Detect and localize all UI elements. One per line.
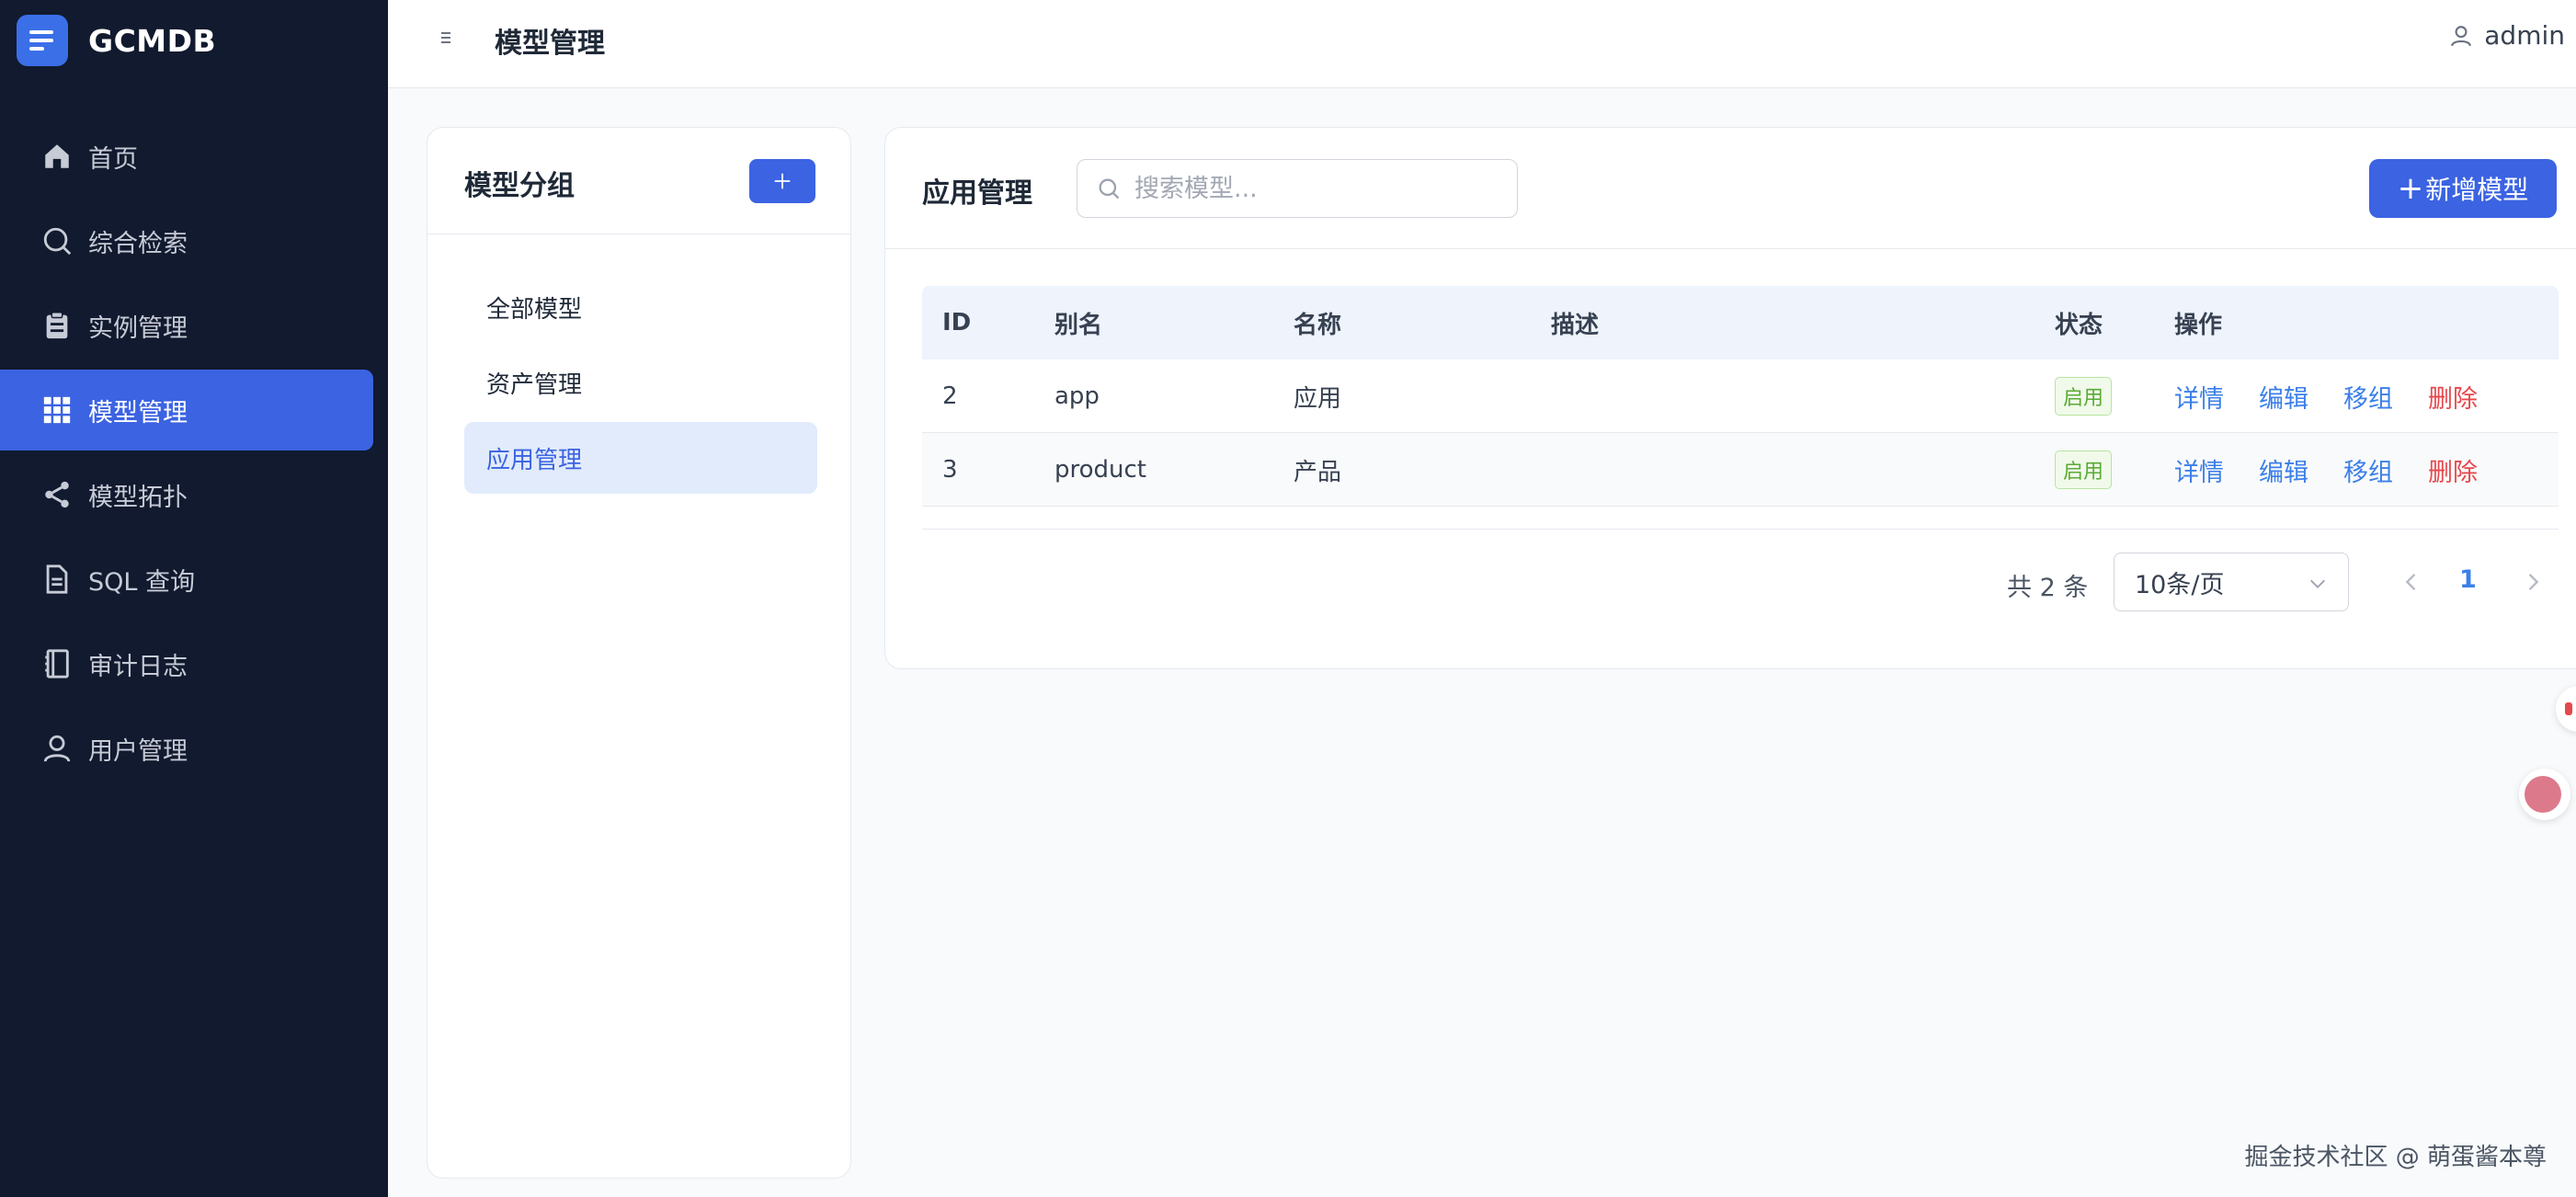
cell-id: 2 (942, 382, 958, 410)
home-icon (40, 140, 74, 173)
page-size-select[interactable]: 10条/页 (2114, 553, 2349, 611)
sidebar-item-models[interactable]: 模型管理 (0, 370, 373, 450)
sidebar-item-label: 首页 (88, 144, 138, 174)
group-item-apps[interactable]: 应用管理 (464, 422, 817, 494)
status-badge: 启用 (2055, 450, 2113, 489)
add-model-button[interactable]: + 新增模型 (2369, 159, 2557, 218)
model-table: ID 别名 名称 描述 状态 操作 2 app 应用 启用 详情 编辑 移组 删… (922, 286, 2559, 507)
cell-status: 启用 (2055, 359, 2113, 433)
sidebar-item-search[interactable]: 综合检索 (0, 200, 388, 281)
column-header-name: 名称 (1294, 311, 1342, 339)
column-header-description: 描述 (1551, 311, 1600, 339)
group-panel-header: 模型分组 (427, 128, 850, 234)
column-header-actions: 操作 (2174, 311, 2223, 339)
floating-avatar-button[interactable] (2519, 769, 2570, 820)
menu-logo-icon (17, 15, 68, 66)
top-header: 模型管理 admin (388, 0, 2576, 88)
detail-link[interactable]: 详情 (2174, 452, 2224, 488)
search-icon (1099, 178, 1120, 200)
user-icon (2451, 25, 2472, 46)
status-badge: 启用 (2055, 377, 2113, 416)
sidebar-item-users[interactable]: 用户管理 (0, 708, 388, 789)
cell-name: 应用 (1294, 384, 1342, 413)
column-header-id: ID (942, 309, 972, 336)
plus-icon (774, 173, 791, 189)
sidebar-item-instances[interactable]: 实例管理 (0, 285, 388, 366)
pagination-total: 共 2 条 (2007, 574, 2089, 602)
table-row: 3 product 产品 启用 详情 编辑 移组 删除 (922, 433, 2559, 507)
move-group-link[interactable]: 移组 (2343, 379, 2393, 415)
grid-icon (40, 393, 74, 427)
search-box (1077, 159, 1518, 218)
group-panel-title: 模型分组 (464, 170, 575, 202)
group-list: 全部模型 资产管理 应用管理 (464, 271, 817, 497)
table-divider (922, 529, 2559, 530)
brand-name: GCMDB (88, 22, 217, 59)
clipboard-icon (40, 309, 74, 342)
page-size-value: 10条/页 (2135, 570, 2225, 599)
chevron-left-icon[interactable] (2399, 569, 2424, 595)
detail-link[interactable]: 详情 (2174, 379, 2224, 415)
sidebar-item-home[interactable]: 首页 (0, 116, 388, 197)
model-group-panel: 模型分组 全部模型 资产管理 应用管理 (427, 127, 851, 1179)
sidebar-item-label: 审计日志 (88, 652, 188, 681)
pagination: 共 2 条 10条/页 1 (885, 553, 2576, 613)
add-group-button[interactable] (749, 159, 815, 203)
notebook-icon (40, 647, 74, 680)
card-title: 应用管理 (922, 177, 1032, 210)
move-group-link[interactable]: 移组 (2343, 452, 2393, 488)
sidebar-item-topology[interactable]: 模型拓扑 (0, 454, 388, 535)
group-item-assets[interactable]: 资产管理 (464, 347, 817, 418)
delete-link[interactable]: 删除 (2428, 379, 2478, 415)
cell-id: 3 (942, 456, 958, 484)
brand[interactable]: GCMDB (17, 15, 216, 66)
card-header: 应用管理 + 新增模型 (885, 128, 2576, 249)
group-item-all[interactable]: 全部模型 (464, 271, 817, 343)
username: admin (2484, 20, 2565, 51)
menu-toggle-icon[interactable] (441, 28, 462, 48)
share-icon (40, 478, 74, 511)
cell-actions: 详情 编辑 移组 删除 (2174, 359, 2513, 433)
page-title: 模型管理 (495, 28, 605, 60)
cell-actions: 详情 编辑 移组 删除 (2174, 433, 2513, 507)
column-header-status: 状态 (2055, 311, 2103, 339)
model-list-card: 应用管理 + 新增模型 ID 别名 名称 描述 状态 操作 2 app 应用 启… (884, 127, 2576, 669)
sidebar-nav: 首页 综合检索 实例管理 模型管理 模型拓扑 SQL 查询 审计日志 用户管理 (0, 116, 388, 792)
document-icon (40, 563, 74, 596)
search-icon (40, 224, 74, 257)
sidebar-item-label: 模型管理 (88, 398, 188, 428)
sidebar-item-sql[interactable]: SQL 查询 (0, 539, 388, 620)
cell-name: 产品 (1294, 458, 1342, 486)
search-input[interactable] (1134, 174, 1502, 203)
cell-alias: product (1054, 456, 1147, 484)
sidebar-item-label: SQL 查询 (88, 567, 196, 597)
user-menu[interactable]: admin (2449, 20, 2565, 51)
table-row: 2 app 应用 启用 详情 编辑 移组 删除 (922, 359, 2559, 433)
sidebar-item-audit[interactable]: 审计日志 (0, 623, 388, 704)
chevron-right-icon[interactable] (2520, 569, 2546, 595)
sidebar-item-label: 综合检索 (88, 229, 188, 258)
plus-icon: + (2397, 170, 2424, 207)
page-number-current[interactable]: 1 (2459, 565, 2477, 594)
floating-tool-button[interactable] (2556, 686, 2576, 732)
column-header-alias: 别名 (1054, 311, 1103, 339)
sidebar-item-label: 实例管理 (88, 314, 188, 343)
sidebar-item-label: 模型拓扑 (88, 483, 188, 512)
table-header: ID 别名 名称 描述 状态 操作 (922, 286, 2559, 359)
cell-alias: app (1054, 382, 1100, 410)
sidebar: GCMDB 首页 综合检索 实例管理 模型管理 模型拓扑 SQL 查询 审计日志… (0, 0, 388, 1197)
watermark: 掘金技术社区 @ 萌蛋酱本尊 (2244, 1144, 2547, 1171)
chevron-down-icon (2310, 579, 2325, 588)
cell-status: 启用 (2055, 433, 2113, 507)
edit-link[interactable]: 编辑 (2259, 379, 2308, 415)
user-icon (40, 732, 74, 765)
add-model-label: 新增模型 (2425, 175, 2529, 205)
edit-link[interactable]: 编辑 (2259, 452, 2308, 488)
delete-link[interactable]: 删除 (2428, 452, 2478, 488)
sidebar-item-label: 用户管理 (88, 736, 188, 766)
